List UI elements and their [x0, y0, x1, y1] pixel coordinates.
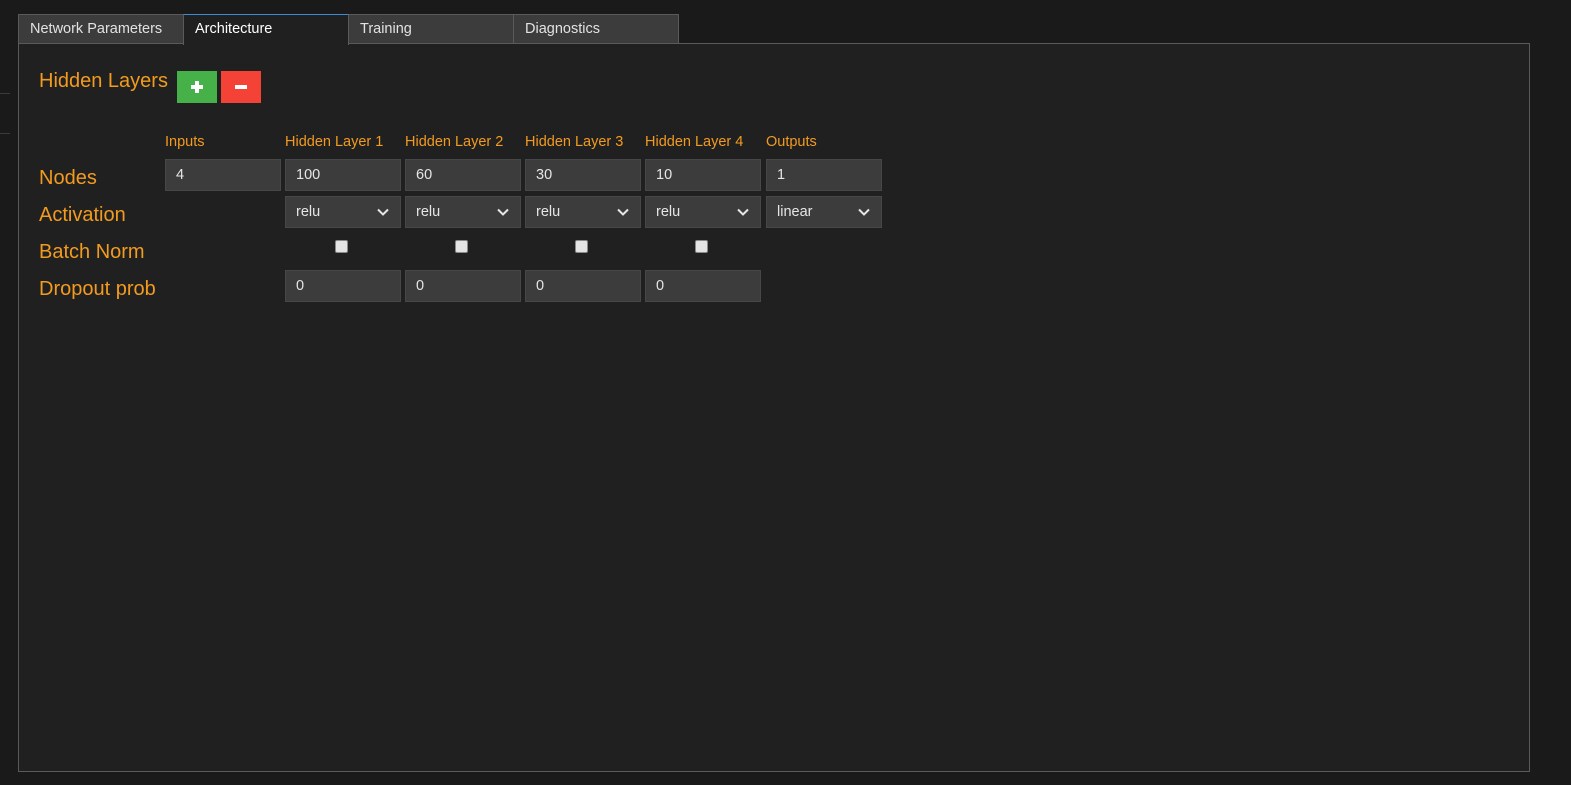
column-header-hidden-layer-2: Hidden Layer 2	[405, 134, 504, 150]
dropout-prob-label: Dropout prob	[39, 278, 156, 300]
column-header-hidden-layer-4: Hidden Layer 4	[645, 134, 744, 150]
batch-norm-checkbox-hidden-layer-3[interactable]	[575, 240, 588, 253]
batch-norm-checkbox-hidden-layer-2[interactable]	[455, 240, 468, 253]
hidden-layers-title: Hidden Layers	[39, 70, 168, 92]
chevron-down-icon	[858, 208, 870, 216]
batch-norm-checkbox-hidden-layer-4[interactable]	[695, 240, 708, 253]
column-header-hidden-layer-1: Hidden Layer 1	[285, 134, 384, 150]
tab-diagnostics[interactable]: Diagnostics	[513, 14, 679, 44]
nodes-input-outputs[interactable]	[766, 159, 882, 191]
edge-mark	[0, 93, 10, 94]
nodes-input-hidden-layer-1[interactable]	[285, 159, 401, 191]
activation-select-value: relu	[536, 204, 561, 220]
nodes-input-hidden-layer-4[interactable]	[645, 159, 761, 191]
chevron-down-icon	[497, 208, 509, 216]
tab-bar: Network Parameters Architecture Training…	[18, 14, 679, 45]
activation-select-value: relu	[296, 204, 321, 220]
add-layer-button[interactable]	[177, 71, 217, 103]
activation-label: Activation	[39, 204, 126, 226]
remove-layer-button[interactable]	[221, 71, 261, 103]
activation-select-hidden-layer-4[interactable]: relu	[645, 196, 761, 228]
edge-mark	[0, 133, 10, 134]
column-header-hidden-layer-3: Hidden Layer 3	[525, 134, 624, 150]
column-header-inputs: Inputs	[165, 134, 205, 150]
nodes-input-hidden-layer-2[interactable]	[405, 159, 521, 191]
chevron-down-icon	[737, 208, 749, 216]
minus-icon	[235, 81, 247, 93]
chevron-down-icon	[377, 208, 389, 216]
nodes-input-hidden-layer-3[interactable]	[525, 159, 641, 191]
tab-training[interactable]: Training	[348, 14, 514, 44]
nodes-input-inputs[interactable]	[165, 159, 281, 191]
activation-select-value: relu	[656, 204, 681, 220]
dropout-input-hidden-layer-2[interactable]	[405, 270, 521, 302]
tab-architecture[interactable]: Architecture	[183, 14, 349, 45]
batch-norm-label: Batch Norm	[39, 241, 145, 263]
plus-icon	[191, 81, 203, 93]
batch-norm-checkbox-hidden-layer-1[interactable]	[335, 240, 348, 253]
dropout-input-hidden-layer-1[interactable]	[285, 270, 401, 302]
column-header-outputs: Outputs	[766, 134, 817, 150]
activation-select-hidden-layer-1[interactable]: relu	[285, 196, 401, 228]
tab-network-parameters[interactable]: Network Parameters	[18, 14, 184, 44]
nodes-label: Nodes	[39, 167, 97, 189]
architecture-panel: Hidden Layers Inputs Hidden Layer 1 Hidd…	[18, 43, 1530, 772]
activation-select-outputs[interactable]: linear	[766, 196, 882, 228]
dropout-input-hidden-layer-4[interactable]	[645, 270, 761, 302]
activation-select-hidden-layer-3[interactable]: relu	[525, 196, 641, 228]
activation-select-value: linear	[777, 204, 813, 220]
chevron-down-icon	[617, 208, 629, 216]
activation-select-value: relu	[416, 204, 441, 220]
activation-select-hidden-layer-2[interactable]: relu	[405, 196, 521, 228]
dropout-input-hidden-layer-3[interactable]	[525, 270, 641, 302]
